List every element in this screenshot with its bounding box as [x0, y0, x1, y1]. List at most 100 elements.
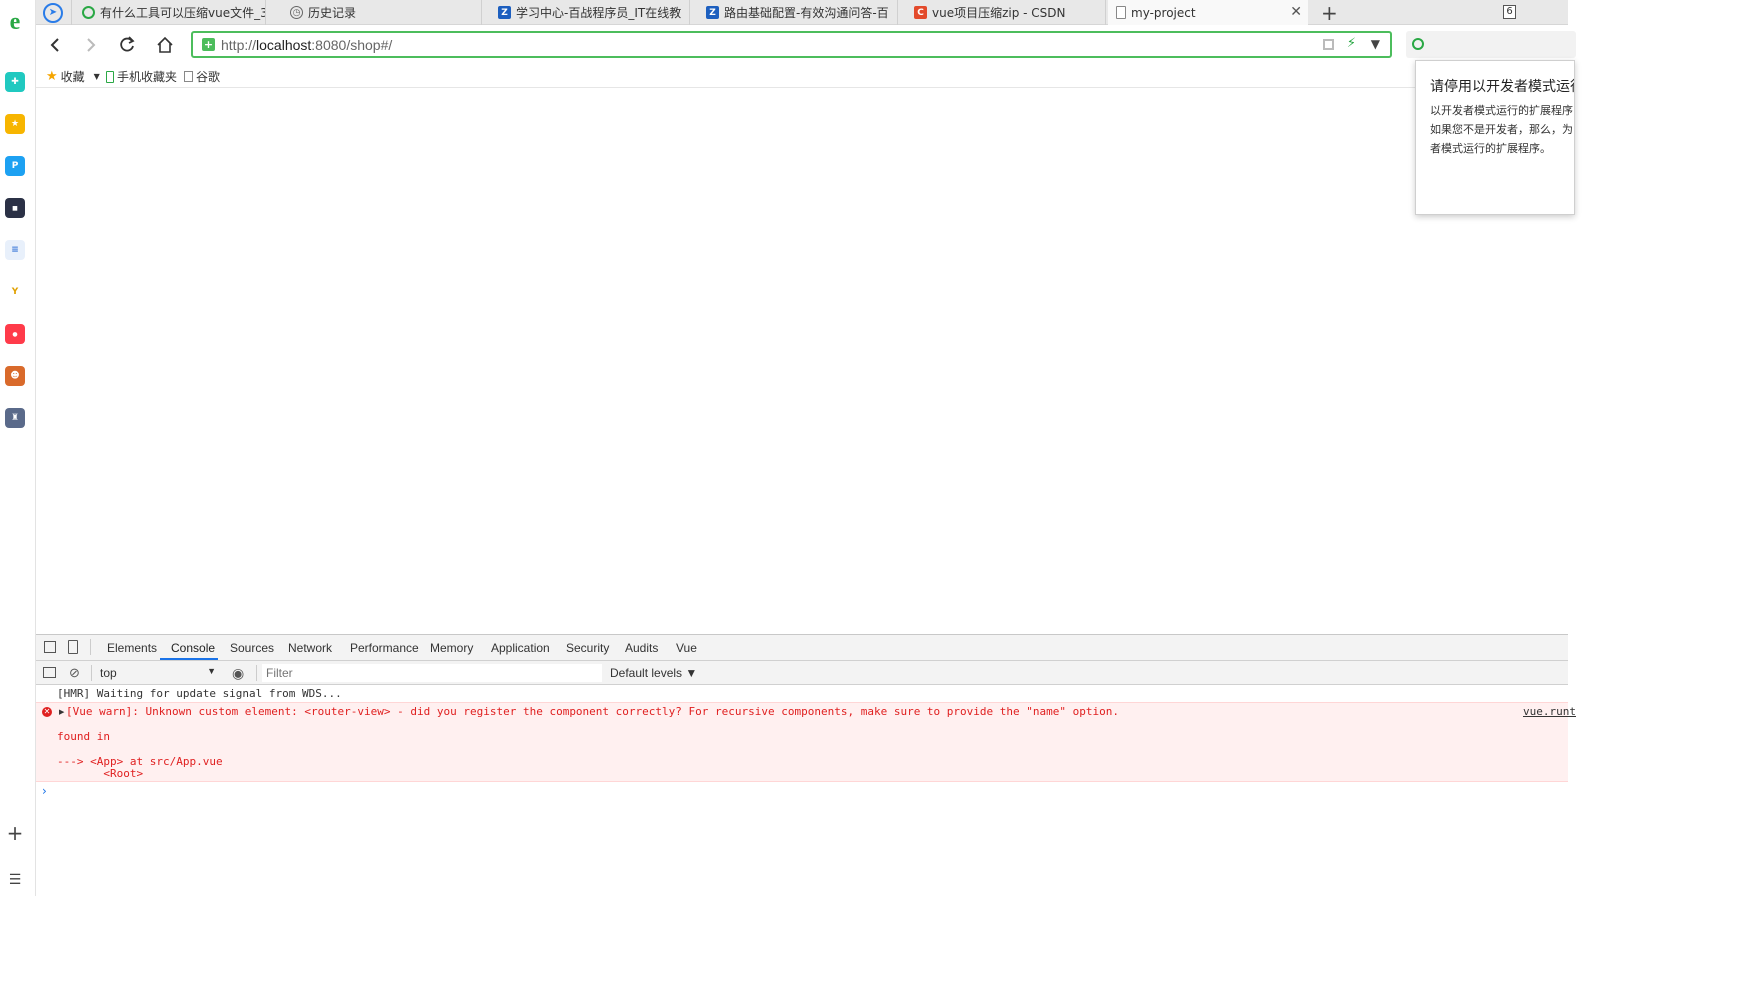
page-icon — [184, 71, 193, 82]
divider — [91, 665, 92, 681]
device-toolbar-icon[interactable] — [68, 640, 78, 654]
divider — [256, 665, 257, 681]
levels-dropdown[interactable]: Default levels ▼ — [610, 666, 697, 680]
tab-strip: ➤ 有什么工具可以压缩vue文件_36 ◷ 历史记录 Z 学习中心-百战程序员_… — [36, 0, 1568, 25]
history-icon: ◷ — [290, 6, 303, 19]
bookmark-favorites[interactable]: ★ 收藏 ▼ — [46, 68, 100, 85]
chevron-down-icon[interactable]: ▼ — [1371, 37, 1380, 51]
sidebar-toggle-icon[interactable] — [43, 667, 56, 678]
tab-4[interactable]: C vue项目压缩zip - CSDN — [906, 0, 1106, 25]
site-icon: Z — [498, 6, 511, 19]
browser-logo-icon[interactable]: e — [4, 10, 26, 34]
csdn-icon: C — [914, 6, 927, 19]
inspect-element-icon[interactable] — [44, 641, 56, 653]
url-text[interactable]: http://localhost:8080/shop#/ — [221, 37, 392, 53]
secure-icon: + — [202, 38, 215, 51]
forward-icon — [87, 38, 96, 52]
console-error-entry: ✕ ▶ [Vue warn]: Unknown custom element: … — [36, 702, 1576, 782]
qr-code-icon[interactable] — [1323, 39, 1334, 50]
favorites-icon[interactable]: ★ — [5, 114, 25, 134]
devtools-panel: Elements Console Sources Network Perform… — [36, 634, 1576, 896]
expand-triangle-icon[interactable]: ▶ — [59, 708, 64, 716]
tab-2[interactable]: Z 学习中心-百战程序员_IT在线教 — [490, 0, 690, 25]
tab-performance[interactable]: Performance — [350, 641, 419, 655]
popup-line: 者模式运行的扩展程序。 — [1430, 142, 1551, 155]
console-toolbar: ⊘ top ▼ ◉ Default levels ▼ — [36, 661, 1568, 685]
tab-sources[interactable]: Sources — [230, 641, 274, 655]
eye-icon[interactable]: ◉ — [232, 665, 244, 682]
sidebar-app-icon[interactable]: P — [5, 156, 25, 176]
search-box[interactable] — [1406, 31, 1576, 58]
filter-input[interactable] — [262, 664, 602, 682]
tab-count-badge[interactable]: 6 — [1503, 5, 1516, 19]
search-engine-icon — [1412, 38, 1424, 50]
tab-label: vue项目压缩zip - CSDN — [932, 6, 1066, 20]
error-icon: ✕ — [42, 707, 52, 717]
chevron-down-icon: ▼ — [207, 666, 216, 676]
document-icon[interactable]: ≡ — [5, 240, 25, 260]
tab-elements[interactable]: Elements — [107, 641, 157, 655]
sidebar-app-icon[interactable]: ■ — [5, 198, 25, 218]
tab-memory[interactable]: Memory — [430, 641, 473, 655]
warn-message: [Vue warn]: Unknown custom element: <rou… — [66, 705, 1119, 718]
tab-label: 路由基础配置-有效沟通问答-百 — [724, 6, 889, 20]
caret-down-icon: ▼ — [93, 72, 100, 81]
home-icon — [157, 36, 173, 53]
tab-console[interactable]: Console — [171, 641, 215, 655]
bookmarks-bar: ★ 收藏 ▼ 手机收藏夹 谷歌 — [36, 64, 1568, 88]
back-button[interactable] — [44, 34, 66, 56]
warn-found-in: found in — [57, 730, 110, 743]
address-bar[interactable]: + http://localhost:8080/shop#/ ⚡ ▼ — [191, 31, 1392, 58]
navigate-icon: ➤ — [43, 2, 63, 23]
forward-button[interactable] — [80, 34, 102, 56]
close-icon[interactable]: ✕ — [1290, 4, 1302, 20]
add-icon[interactable]: + — [5, 823, 25, 843]
context-select[interactable]: top ▼ — [94, 663, 218, 682]
game-icon[interactable]: ♜ — [5, 408, 25, 428]
game-icon[interactable]: ☻ — [5, 366, 25, 386]
sidebar-app-icon[interactable]: ● — [5, 324, 25, 344]
devtools-tabbar: Elements Console Sources Network Perform… — [36, 635, 1568, 661]
tab-vue[interactable]: Vue — [676, 641, 697, 655]
tab-audits[interactable]: Audits — [625, 641, 658, 655]
tab-network[interactable]: Network — [288, 641, 332, 655]
page-icon — [1116, 6, 1126, 19]
tab-label: 学习中心-百战程序员_IT在线教 — [516, 6, 682, 20]
bookmark-label: 手机收藏夹 — [117, 70, 178, 84]
url-rest: :8080/shop#/ — [311, 36, 393, 53]
new-tab-button[interactable]: + — [1321, 1, 1338, 25]
home-button[interactable] — [154, 34, 176, 56]
list-icon[interactable]: ☰ — [5, 870, 25, 890]
nav-icon-tab[interactable]: ➤ — [36, 0, 72, 25]
active-tab-indicator — [160, 658, 218, 660]
tab-security[interactable]: Security — [566, 641, 609, 655]
popup-body: 以开发者模式运行的扩展程序 如果您不是开发者，那么，为 者模式运行的扩展程序。 — [1430, 101, 1574, 158]
search-icon — [82, 6, 95, 19]
url-prefix: http:// — [221, 36, 257, 53]
lightning-icon[interactable]: ⚡ — [1347, 36, 1356, 51]
context-value: top — [100, 666, 117, 680]
game-icon[interactable]: Y — [5, 282, 25, 302]
reload-button[interactable] — [116, 34, 138, 56]
bookmark-mobile[interactable]: 手机收藏夹 — [106, 68, 177, 85]
sidebar: e ✚ ★ P ■ ≡ Y ● ☻ ♜ + ☰ — [0, 0, 36, 896]
popup-line: 以开发者模式运行的扩展程序 — [1430, 104, 1573, 117]
bookmark-google[interactable]: 谷歌 — [184, 68, 220, 85]
clear-console-icon[interactable]: ⊘ — [69, 665, 80, 681]
tab-1[interactable]: ◷ 历史记录 — [282, 0, 482, 25]
tab-label: 历史记录 — [308, 6, 357, 20]
tab-0[interactable]: 有什么工具可以压缩vue文件_36 — [74, 0, 266, 25]
tab-application[interactable]: Application — [491, 641, 550, 655]
console-prompt[interactable]: › — [42, 784, 47, 798]
bookmark-label: 收藏 — [60, 70, 85, 84]
extension-warning-popup[interactable]: 请停用以开发者模式运行 以开发者模式运行的扩展程序 如果您不是开发者，那么，为 … — [1415, 60, 1575, 215]
tab-3[interactable]: Z 路由基础配置-有效沟通问答-百 — [698, 0, 898, 25]
tab-label: my-project — [1131, 5, 1196, 20]
tab-5[interactable]: my-project ✕ — [1108, 0, 1308, 25]
warn-source-link[interactable]: vue.runt — [1523, 705, 1576, 718]
star-icon: ★ — [46, 69, 58, 84]
popup-line: 如果您不是开发者，那么，为 — [1430, 123, 1573, 136]
divider — [90, 639, 91, 655]
sidebar-app-icon[interactable]: ✚ — [5, 72, 25, 92]
console-log-line: [HMR] Waiting for update signal from WDS… — [57, 687, 342, 700]
